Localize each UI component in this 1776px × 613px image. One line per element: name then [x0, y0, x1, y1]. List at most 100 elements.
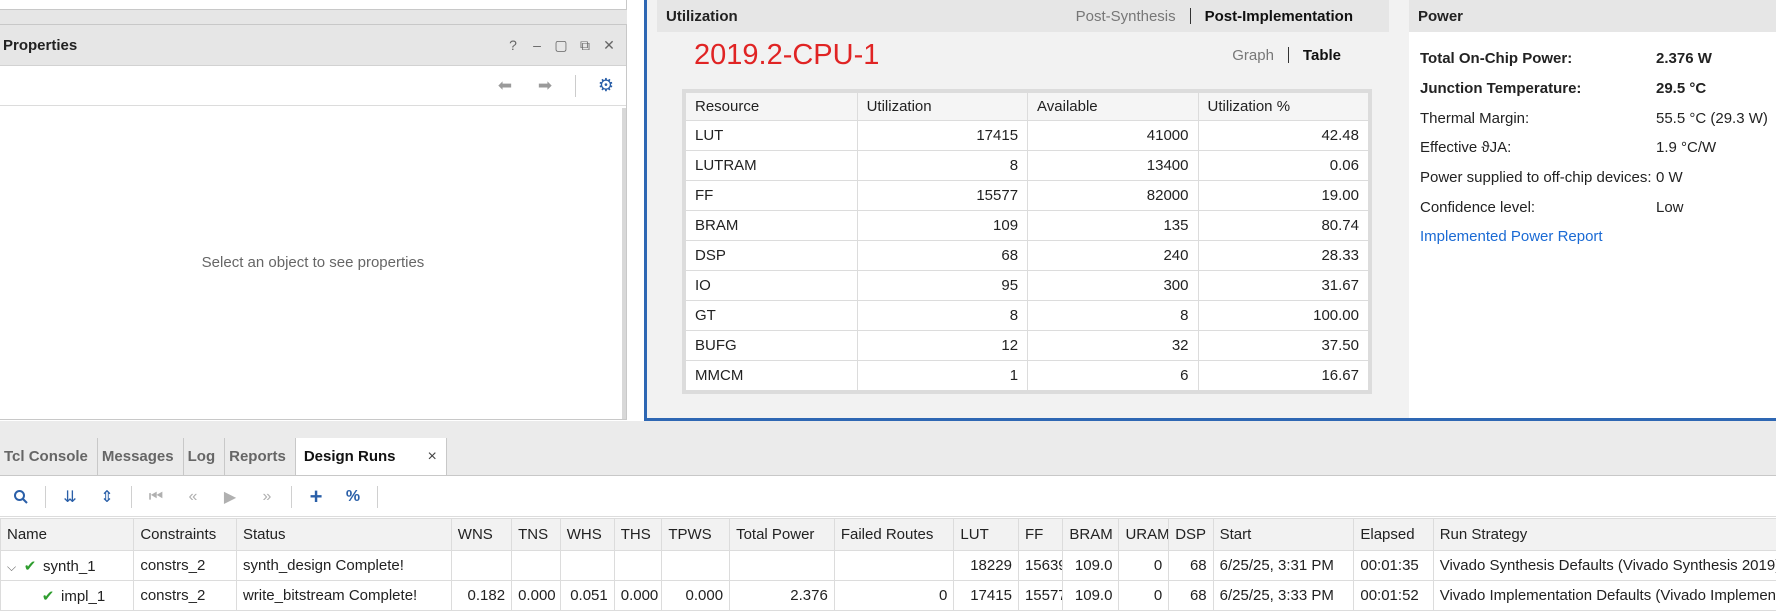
- value-cell: 28.33: [1197, 240, 1369, 271]
- utilization-row[interactable]: MMCM 1 6 16.67: [685, 360, 1369, 391]
- tab-design-runs[interactable]: Design Runs ×: [295, 438, 447, 475]
- upper-panel-edge: [0, 0, 627, 10]
- column-header[interactable]: Failed Routes: [833, 518, 955, 551]
- tab-reports[interactable]: Reports: [225, 438, 296, 475]
- column-header[interactable]: BRAM: [1062, 518, 1120, 551]
- column-header[interactable]: THS: [613, 518, 663, 551]
- utilization-view-toggle: Graph Table: [1232, 47, 1389, 64]
- utilization-title: Utilization: [666, 7, 738, 25]
- previous-icon[interactable]: «: [180, 486, 206, 508]
- utilization-row[interactable]: DSP 68 240 28.33: [685, 240, 1369, 271]
- column-header[interactable]: WHS: [559, 518, 615, 551]
- column-header[interactable]: FF: [1017, 518, 1064, 551]
- toggle-divider: [1287, 47, 1289, 63]
- constraints-cell: constrs_2: [133, 580, 237, 611]
- utilization-row[interactable]: BUFG 12 32 37.50: [685, 330, 1369, 361]
- power-value: 29.5 °C: [1656, 80, 1707, 98]
- properties-scrollbar[interactable]: [622, 108, 626, 419]
- properties-title: Properties: [3, 36, 78, 54]
- add-icon[interactable]: +: [303, 484, 329, 509]
- minimize-icon[interactable]: –: [529, 37, 545, 53]
- tab-tcl-console[interactable]: Tcl Console: [0, 438, 98, 475]
- value-cell: 8: [1027, 300, 1199, 331]
- value-cell: 42.48: [1197, 120, 1369, 151]
- lut-cell: 18229: [953, 550, 1019, 581]
- utilization-row[interactable]: GT 8 8 100.00: [685, 300, 1369, 331]
- bottom-tab-bar: Tcl Console Messages Log Reports Design …: [0, 438, 1776, 476]
- value-cell: 12: [856, 330, 1029, 361]
- collapse-all-icon[interactable]: ⇊: [57, 486, 83, 508]
- column-header[interactable]: Start: [1212, 518, 1355, 551]
- view-graph[interactable]: Graph: [1232, 47, 1274, 64]
- column-header[interactable]: Available: [1027, 92, 1199, 121]
- expand-all-icon[interactable]: ⇕: [94, 486, 120, 508]
- play-icon[interactable]: ▶: [217, 486, 243, 508]
- table-row[interactable]: ⌵ ✔ synth_1 constrs_2 synth_design Complete!…: [0, 550, 1776, 581]
- table-row[interactable]: ✔ impl_1 constrs_2 write_bitstream Complete…: [0, 580, 1776, 611]
- tab-post-implementation[interactable]: Post-Implementation: [1205, 8, 1353, 25]
- forward-arrow-icon[interactable]: ➡: [535, 76, 555, 96]
- back-arrow-icon[interactable]: ⬅: [495, 76, 515, 96]
- utilization-row[interactable]: LUT 17415 41000 42.48: [685, 120, 1369, 151]
- utilization-row[interactable]: LUTRAM 8 13400 0.06: [685, 150, 1369, 181]
- dsp-cell: 68: [1168, 550, 1214, 581]
- bram-cell: 109.0: [1062, 550, 1120, 581]
- column-header[interactable]: Total Power: [729, 518, 835, 551]
- search-icon[interactable]: [8, 486, 34, 508]
- value-cell: 19.00: [1197, 180, 1369, 211]
- column-header[interactable]: Name: [0, 518, 135, 551]
- column-header[interactable]: TPWS: [661, 518, 731, 551]
- last-icon[interactable]: »: [254, 486, 280, 508]
- column-header[interactable]: Resource: [685, 92, 858, 121]
- tab-post-synthesis[interactable]: Post-Synthesis: [1076, 8, 1176, 25]
- column-header[interactable]: LUT: [953, 518, 1019, 551]
- close-icon[interactable]: ✕: [601, 37, 617, 53]
- uram-cell: 0: [1118, 580, 1170, 611]
- float-icon[interactable]: ⧉: [577, 37, 593, 53]
- resource-cell: IO: [685, 270, 858, 301]
- power-label: Thermal Margin:: [1420, 109, 1530, 127]
- utilization-row[interactable]: IO 95 300 31.67: [685, 270, 1369, 301]
- value-cell: 41000: [1027, 120, 1199, 151]
- whs-cell: 0.051: [559, 580, 615, 611]
- panel-divider[interactable]: [0, 421, 1776, 439]
- check-icon: ✔: [23, 557, 37, 575]
- column-header[interactable]: Run Strategy: [1432, 518, 1776, 551]
- bram-cell: 109.0: [1062, 580, 1120, 611]
- confidence-link[interactable]: Low: [1656, 199, 1684, 216]
- toolbar-separator: [45, 485, 46, 508]
- tab-messages[interactable]: Messages: [98, 438, 184, 475]
- gear-icon[interactable]: ⚙: [596, 75, 616, 96]
- resource-cell: BUFG: [685, 330, 858, 361]
- utilization-row[interactable]: BRAM 109 135 80.74: [685, 210, 1369, 241]
- help-icon[interactable]: ?: [505, 37, 521, 53]
- value-cell: 17415: [856, 120, 1029, 151]
- utilization-row[interactable]: FF 15577 82000 19.00: [685, 180, 1369, 211]
- start-cell: 6/25/25, 3:33 PM: [1212, 580, 1355, 611]
- power-label: Power supplied to off-chip devices:: [1420, 169, 1652, 187]
- power-panel: Power Total On-Chip Power: 2.376 W Junctio…: [1409, 0, 1776, 418]
- column-header[interactable]: Elapsed: [1353, 518, 1434, 551]
- value-cell: 240: [1027, 240, 1199, 271]
- first-icon[interactable]: ⏮: [143, 486, 169, 508]
- column-header[interactable]: DSP: [1168, 518, 1214, 551]
- run-name: impl_1: [61, 587, 106, 605]
- column-header[interactable]: URAM: [1118, 518, 1170, 551]
- uram-cell: 0: [1118, 550, 1170, 581]
- power-report-link[interactable]: Implemented Power Report: [1420, 228, 1603, 245]
- view-table[interactable]: Table: [1303, 47, 1341, 64]
- dsp-cell: 68: [1168, 580, 1214, 611]
- column-header[interactable]: Constraints: [133, 518, 237, 551]
- tab-log[interactable]: Log: [184, 438, 226, 475]
- close-icon[interactable]: ×: [428, 448, 437, 466]
- chevron-down-icon[interactable]: ⌵: [7, 560, 21, 575]
- percent-icon[interactable]: %: [340, 486, 366, 508]
- column-header[interactable]: Utilization %: [1197, 92, 1369, 121]
- column-header[interactable]: Utilization: [856, 92, 1029, 121]
- column-header[interactable]: Status: [235, 518, 452, 551]
- maximize-icon[interactable]: ▢: [553, 37, 569, 53]
- column-header[interactable]: TNS: [511, 518, 561, 551]
- start-cell: 6/25/25, 3:31 PM: [1212, 550, 1355, 581]
- column-header[interactable]: WNS: [450, 518, 513, 551]
- resource-cell: FF: [685, 180, 858, 211]
